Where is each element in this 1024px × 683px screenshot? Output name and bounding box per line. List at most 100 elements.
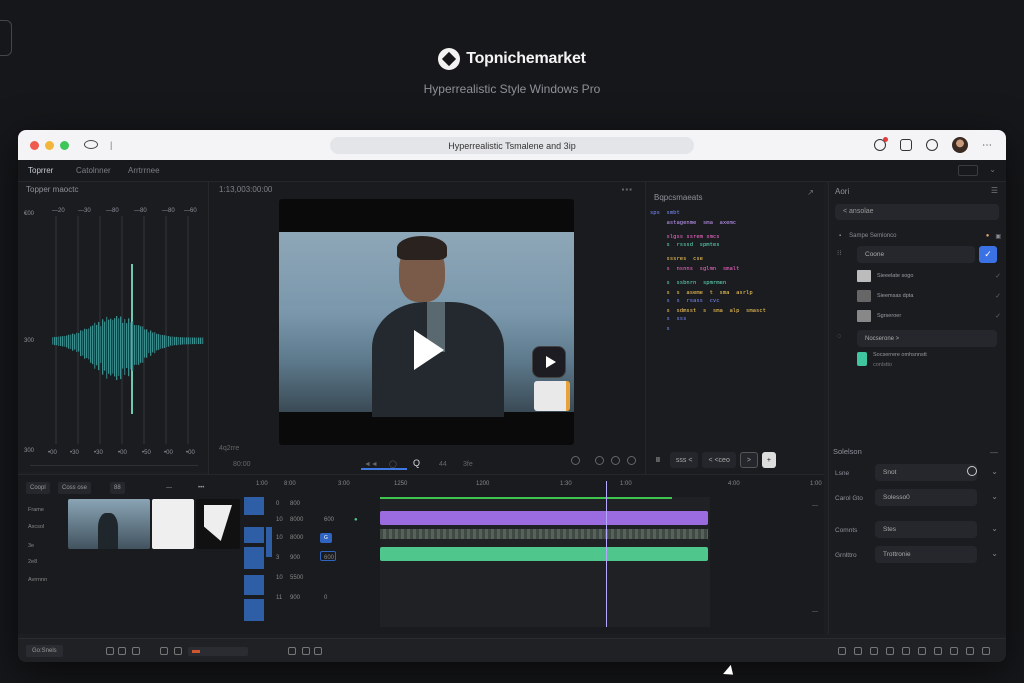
collapsed-group[interactable]: Nocserone > <box>857 330 997 347</box>
tool-icon[interactable] <box>160 647 168 655</box>
chevron-down-icon[interactable]: ⌄ <box>989 165 996 174</box>
list-icon[interactable]: ☰ <box>991 186 998 195</box>
next-button[interactable]: > <box>739 452 758 468</box>
waveform-title: Topper maoctc <box>26 185 79 194</box>
toolbar-button[interactable]: Coss ose <box>58 482 92 494</box>
clip-filmstrip[interactable] <box>380 529 708 539</box>
toolbar-button[interactable]: ••• <box>194 482 208 494</box>
preview-control-speed[interactable]: 44 <box>439 461 447 468</box>
tab-2[interactable]: Catolnner <box>76 166 111 175</box>
video-player[interactable] <box>279 199 574 445</box>
time-button[interactable]: sss < <box>669 452 699 468</box>
box-icon[interactable]: ▣ <box>995 233 1001 240</box>
mini-player-icon[interactable] <box>532 346 566 378</box>
tool-icon[interactable] <box>966 647 974 655</box>
asset-item-3[interactable]: Sgrseroer ✓ <box>857 308 1006 324</box>
preview-progress-bar[interactable] <box>361 468 407 470</box>
tool-icon[interactable] <box>106 647 114 655</box>
toolbar-button[interactable]: — <box>162 482 176 494</box>
name-input[interactable]: Coone <box>857 246 975 263</box>
track-options-icon[interactable]: — <box>812 503 818 509</box>
waveform-bar <box>92 325 94 365</box>
track-options-icon[interactable]: — <box>812 609 818 615</box>
chevron-down-icon[interactable]: ⌄ <box>991 524 998 533</box>
tool-icon[interactable] <box>934 647 942 655</box>
expand-icon[interactable]: ↗ <box>807 188 814 197</box>
preview-control-loop[interactable]: ◯ <box>389 460 397 468</box>
media-thumbnail-video[interactable] <box>68 499 150 549</box>
media-thumbnail-text[interactable] <box>152 499 194 549</box>
chevron-down-icon[interactable]: ⌄ <box>991 492 998 501</box>
tool-icon[interactable] <box>302 647 310 655</box>
preview-options-icon[interactable]: ▪▪▪ <box>621 185 633 194</box>
refresh-icon[interactable] <box>967 466 977 476</box>
tool-icon[interactable] <box>886 647 894 655</box>
track-chip[interactable]: G <box>320 533 332 543</box>
tool-icon[interactable] <box>982 647 990 655</box>
track-number: 10 <box>276 575 283 581</box>
preview-control-fps[interactable]: 3fe <box>463 461 473 468</box>
timeline-ruler[interactable]: 1:00 8:00 3:00 1250 1200 1:30 1:00 4:00 … <box>244 481 824 493</box>
preview-control-rewind[interactable]: ◄◄ <box>364 461 378 468</box>
clip-audio[interactable] <box>380 547 708 561</box>
tool-icon[interactable] <box>838 647 846 655</box>
status-indicator[interactable] <box>188 647 248 656</box>
sidebar-toggle-icon[interactable] <box>84 140 98 149</box>
settings-icon[interactable] <box>571 456 580 465</box>
search-icon[interactable] <box>926 139 938 151</box>
fullscreen-icon[interactable] <box>611 456 620 465</box>
expand-icon[interactable] <box>627 456 636 465</box>
waveform-bar <box>188 337 190 345</box>
window-layout-icon[interactable] <box>958 165 978 176</box>
field-input[interactable]: Solesso0 <box>875 489 977 506</box>
add-icon[interactable]: + <box>761 452 776 468</box>
volume-icon[interactable] <box>595 456 604 465</box>
notification-icon[interactable] <box>874 137 888 151</box>
tool-icon[interactable] <box>902 647 910 655</box>
tab-3[interactable]: Arrtrrnee <box>128 166 160 175</box>
status-label[interactable]: Go:Snels <box>26 645 63 657</box>
toolbar-button[interactable]: 88 <box>110 482 125 494</box>
screen-icon[interactable] <box>900 139 912 151</box>
tool-icon[interactable] <box>132 647 140 655</box>
field-input[interactable]: Trottronie <box>875 546 977 563</box>
tool-icon[interactable] <box>174 647 182 655</box>
confirm-button[interactable]: ✓ <box>979 246 997 263</box>
field-input[interactable]: Snot <box>875 464 977 481</box>
tool-icon[interactable] <box>288 647 296 655</box>
waveform-bar <box>122 322 124 369</box>
mini-card-thumbnail[interactable] <box>534 381 570 411</box>
play-icon[interactable] <box>399 324 451 376</box>
track-chip[interactable] <box>320 551 336 561</box>
playhead[interactable] <box>606 481 607 627</box>
tool-icon[interactable] <box>118 647 126 655</box>
search-input[interactable]: < ansolae <box>835 204 999 220</box>
tool-icon[interactable] <box>854 647 862 655</box>
tool-icon[interactable] <box>314 647 322 655</box>
more-icon[interactable]: ⋯ <box>982 140 992 151</box>
maximize-window-button[interactable] <box>60 141 69 150</box>
avatar[interactable] <box>952 137 968 153</box>
preview-control-play[interactable]: Q <box>413 458 420 468</box>
tool-icon[interactable] <box>918 647 926 655</box>
timeline-range-bar[interactable] <box>380 497 672 499</box>
tool-icon[interactable] <box>950 647 958 655</box>
minus-icon[interactable]: — <box>990 448 998 457</box>
chevron-down-icon[interactable]: ⌄ <box>991 467 998 476</box>
nav-button[interactable]: < <ceo <box>702 452 736 468</box>
field-input[interactable]: Stes <box>875 521 977 538</box>
minimize-window-button[interactable] <box>45 141 54 150</box>
close-window-button[interactable] <box>30 141 39 150</box>
asset-item-1[interactable]: Sieeelate sogo ✓ <box>857 268 1006 284</box>
tool-icon[interactable] <box>870 647 878 655</box>
waveform-bar <box>166 335 168 347</box>
media-thumbnail-graphic[interactable] <box>196 499 240 549</box>
address-bar[interactable]: Hyperrealistic Tsmalene and 3ip <box>330 137 694 154</box>
asset-item-2[interactable]: Sieemsas dpta ✓ <box>857 288 1006 304</box>
clip-video[interactable] <box>380 511 708 525</box>
tab-1[interactable]: Toprrer <box>28 166 53 175</box>
ruler-label: 1:00 <box>810 481 822 487</box>
toolbar-button[interactable]: Coopl <box>26 482 50 494</box>
chevron-down-icon[interactable]: ⌄ <box>991 549 998 558</box>
pause-button[interactable]: II <box>650 452 666 468</box>
